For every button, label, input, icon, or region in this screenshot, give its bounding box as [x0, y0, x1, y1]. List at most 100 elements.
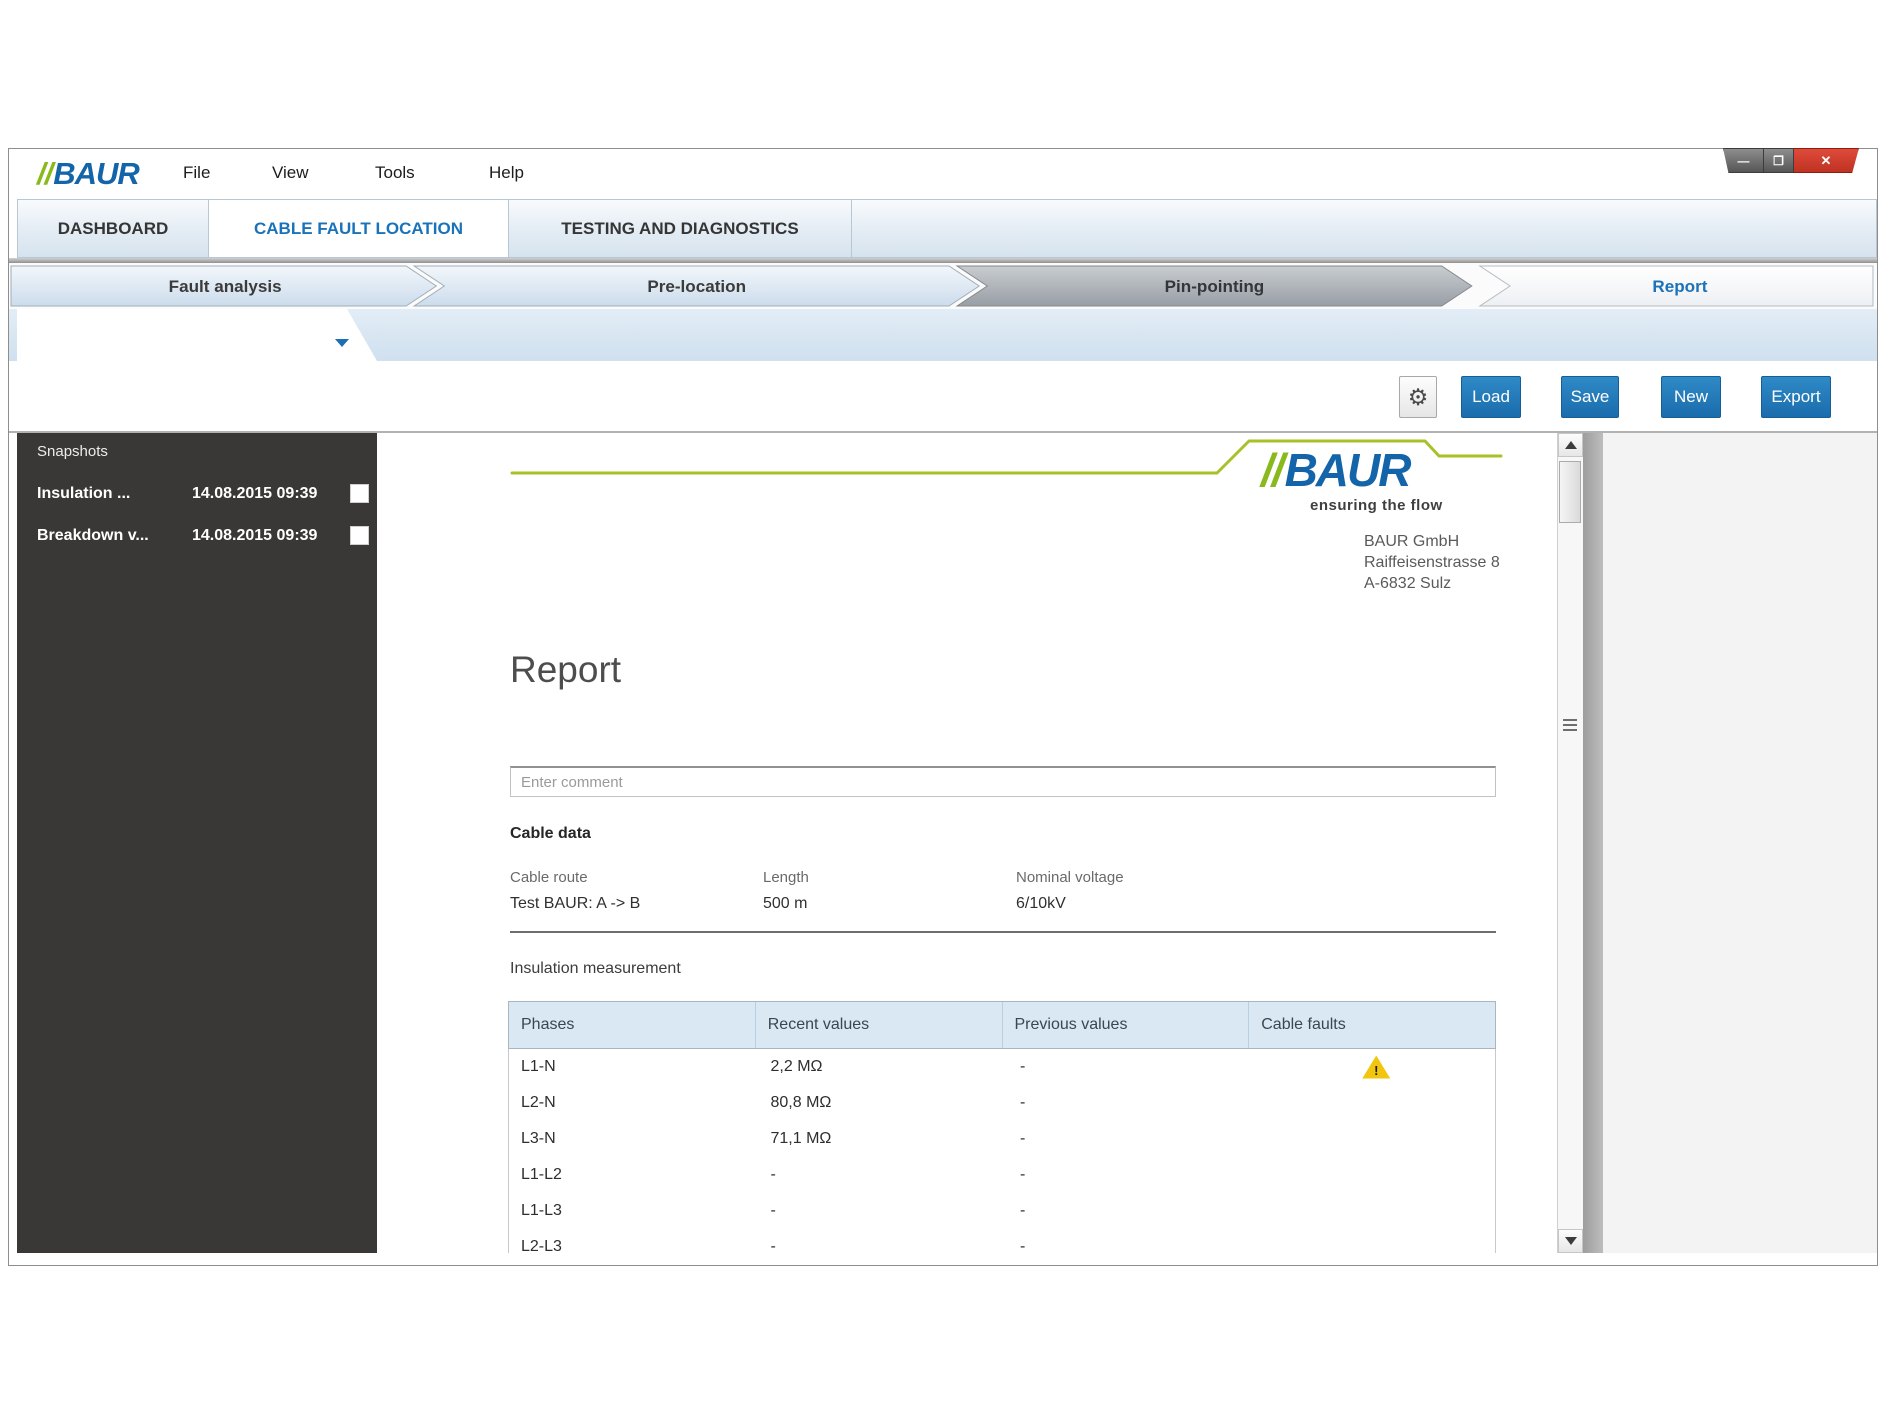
cell-previous: - — [1020, 1238, 1026, 1253]
load-button[interactable]: Load — [1461, 376, 1521, 418]
snapshots-title: Snapshots — [37, 443, 108, 460]
cell-previous: - — [1020, 1166, 1026, 1183]
table-header-row: Phases Recent values Previous values Cab… — [508, 1001, 1496, 1049]
report-title: Report — [510, 649, 622, 690]
report-page: //BAUR ensuring the flow BAUR GmbH Raiff… — [377, 433, 1557, 1253]
cell-previous: - — [1020, 1202, 1026, 1219]
save-button[interactable]: Save — [1561, 376, 1619, 418]
cell-fault — [1258, 1193, 1496, 1229]
snapshot-item-insulation[interactable]: Insulation ... 14.08.2015 09:39 — [17, 483, 377, 509]
field-label: Length — [763, 869, 809, 886]
document-tab[interactable] — [17, 309, 377, 361]
right-panel — [1603, 433, 1877, 1253]
column-header: Recent values — [756, 1002, 1003, 1048]
cell-phase: L2-L3 — [521, 1238, 562, 1253]
cell-fault — [1258, 1085, 1496, 1121]
app-window: //BAUR File View Tools Help — ❐ ✕ DASHBO… — [8, 148, 1878, 1266]
tab-cable-fault-location[interactable]: CABLE FAULT LOCATION — [209, 199, 509, 258]
cell-previous: - — [1020, 1094, 1026, 1111]
vertical-scrollbar[interactable] — [1557, 433, 1583, 1253]
tab-dashboard[interactable]: DASHBOARD — [17, 199, 209, 258]
menu-help[interactable]: Help — [489, 163, 524, 183]
minimize-button[interactable]: — — [1723, 148, 1764, 173]
cell-previous: - — [1020, 1130, 1026, 1147]
scrollbar-thumb[interactable] — [1559, 461, 1581, 523]
cell-recent: - — [770, 1238, 776, 1253]
cell-phase: L2-N — [521, 1094, 556, 1111]
menu-file[interactable]: File — [183, 163, 210, 183]
cell-fault — [1258, 1121, 1496, 1157]
scroll-up-button[interactable] — [1558, 433, 1583, 457]
report-toolbar: ⚙ Load Save New Export — [9, 361, 1877, 433]
baur-logo-slashes-icon: // — [37, 156, 53, 191]
field-label: Nominal voltage — [1016, 869, 1124, 886]
comment-input[interactable] — [510, 766, 1496, 797]
cell-fault: ! — [1258, 1049, 1496, 1085]
maximize-button[interactable]: ❐ — [1764, 148, 1794, 173]
field-value: 500 m — [763, 895, 808, 912]
cell-phase: L1-L3 — [521, 1202, 562, 1219]
field-nominal-voltage: Nominal voltage 6/10kV — [1016, 869, 1266, 913]
tab-testing-and-diagnostics[interactable]: TESTING AND DIAGNOSTICS — [509, 199, 852, 258]
window-controls: — ❐ ✕ — [1723, 148, 1859, 173]
settings-button[interactable]: ⚙ — [1399, 376, 1437, 418]
breadcrumb-step-fault-analysis[interactable]: Fault analysis — [10, 265, 438, 307]
logo-tagline: ensuring the flow — [1310, 497, 1443, 514]
cell-recent: - — [770, 1202, 776, 1219]
svg-text:Pre-location: Pre-location — [647, 277, 746, 296]
field-cable-route: Cable route Test BAUR: A -> B — [510, 869, 760, 913]
menu-tools[interactable]: Tools — [375, 163, 415, 183]
scroll-down-button[interactable] — [1558, 1229, 1583, 1253]
baur-logo-text: BAUR — [1284, 444, 1412, 496]
snapshot-checkbox[interactable] — [350, 484, 369, 503]
column-header: Phases — [509, 1002, 756, 1048]
breadcrumb-step-pre-location[interactable]: Pre-location — [412, 265, 981, 307]
main-tabstrip: DASHBOARD CABLE FAULT LOCATION TESTING A… — [9, 199, 1877, 258]
cell-recent: - — [770, 1166, 776, 1183]
gear-icon: ⚙ — [1407, 384, 1429, 410]
table-row: L2-N 80,8 MΩ - — [509, 1085, 1495, 1121]
breadcrumb-step-pin-pointing[interactable]: Pin-pointing — [955, 265, 1473, 307]
column-header: Cable faults — [1261, 1016, 1346, 1033]
baur-logo: //BAUR — [37, 155, 140, 193]
company-address: BAUR GmbH Raiffeisenstrasse 8 A-6832 Sul… — [1364, 531, 1500, 594]
export-button[interactable]: Export — [1761, 376, 1831, 418]
cell-phase: L1-L2 — [521, 1166, 562, 1183]
svg-text:Report: Report — [1652, 277, 1707, 296]
content-area: Snapshots Insulation ... 14.08.2015 09:3… — [9, 433, 1877, 1253]
baur-logo-slashes-icon: // — [1261, 444, 1285, 496]
splitter-grip-icon[interactable] — [1563, 719, 1577, 734]
workflow-breadcrumb: Fault analysis Pre-location Pin-pointing… — [9, 263, 1877, 309]
dropdown-caret-icon[interactable] — [335, 339, 349, 347]
cell-phase: L3-N — [521, 1130, 556, 1147]
warning-icon: ! — [1362, 1055, 1391, 1079]
section-divider — [510, 931, 1496, 933]
close-button[interactable]: ✕ — [1794, 148, 1859, 173]
baur-logo-text: BAUR — [53, 156, 140, 191]
table-row: L1-L3 - - — [509, 1193, 1495, 1229]
document-tab-row — [9, 309, 1877, 361]
cable-data-heading: Cable data — [510, 825, 591, 842]
svg-text:Fault analysis: Fault analysis — [169, 277, 282, 296]
snapshot-date: 14.08.2015 09:39 — [192, 527, 318, 544]
cell-phase: L1-N — [521, 1058, 556, 1075]
snapshot-item-breakdown[interactable]: Breakdown v... 14.08.2015 09:39 — [17, 525, 377, 551]
snapshot-checkbox[interactable] — [350, 526, 369, 545]
report-baur-logo: //BAUR — [1261, 444, 1412, 496]
insulation-table: Phases Recent values Previous values Cab… — [508, 1001, 1496, 1253]
new-button[interactable]: New — [1661, 376, 1721, 418]
company-street: Raiffeisenstrasse 8 — [1364, 554, 1500, 571]
snapshot-date: 14.08.2015 09:39 — [192, 485, 318, 502]
company-city: A-6832 Sulz — [1364, 575, 1452, 592]
cell-fault — [1258, 1229, 1496, 1253]
table-row: L1-N 2,2 MΩ - ! — [509, 1049, 1495, 1085]
cell-recent: 80,8 MΩ — [770, 1094, 832, 1111]
snapshot-name: Breakdown v... — [37, 527, 149, 544]
cell-recent: 2,2 MΩ — [770, 1058, 823, 1075]
svg-text:Pin-pointing: Pin-pointing — [1165, 277, 1265, 296]
table-body: L1-N 2,2 MΩ - ! L2-N 80,8 MΩ - L3-N 71,1… — [508, 1049, 1496, 1253]
cable-data-fields: Cable route Test BAUR: A -> B Length 500… — [510, 869, 1410, 921]
breadcrumb-step-report[interactable]: Report — [1478, 265, 1874, 307]
menu-view[interactable]: View — [272, 163, 309, 183]
titlebar: //BAUR File View Tools Help — ❐ ✕ — [9, 148, 1877, 199]
